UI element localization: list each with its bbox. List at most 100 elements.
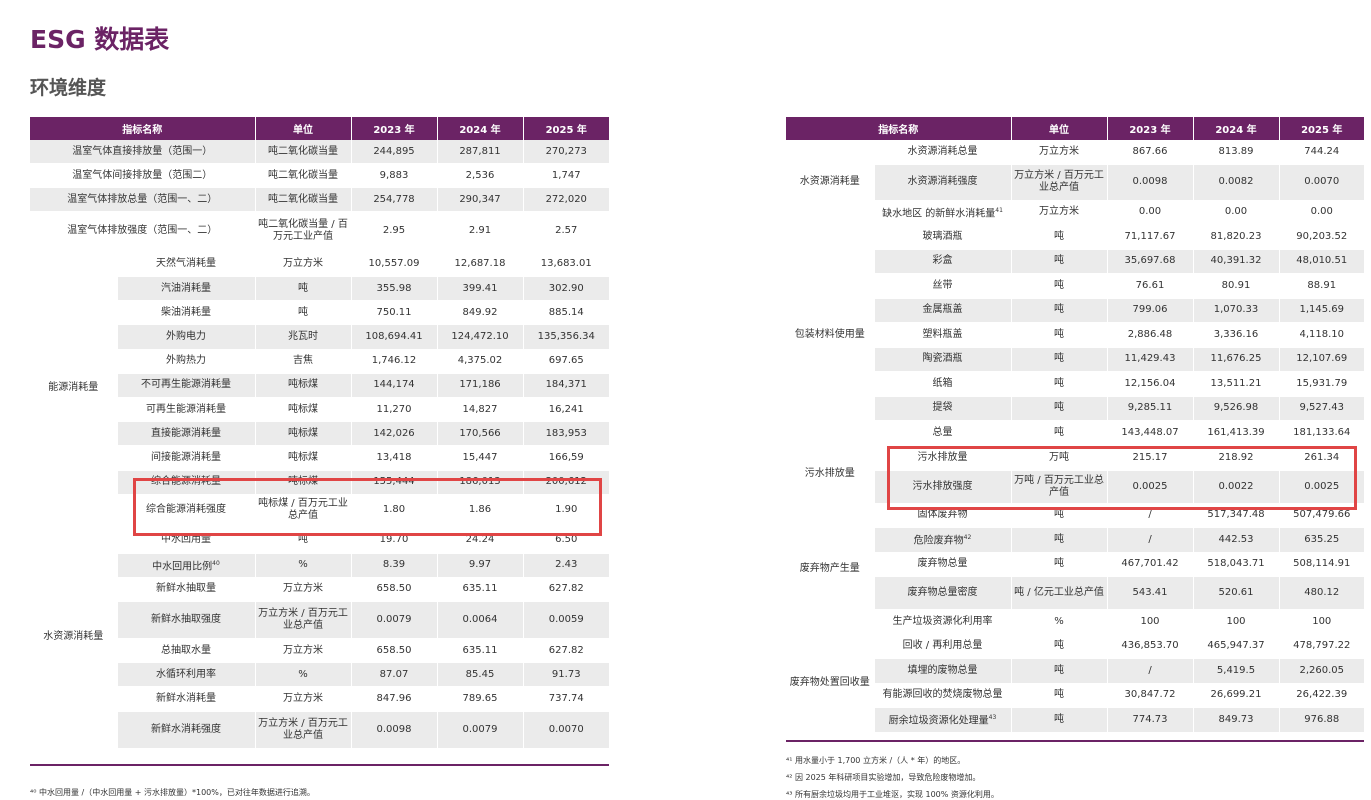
value-2025: 635.25 [1279,527,1364,553]
value-2025: 508,114.91 [1279,552,1364,577]
indicator-name: 间接能源消耗量 [117,445,256,471]
value-2024: 15,447 [437,445,524,471]
table-row: 新鲜水消耗量 万立方米 847.96 789.65 737.74 [30,686,609,712]
table-row: 新鲜水抽取强度 万立方米 / 百万元工业总产值 0.0079 0.0064 0.0059 [30,601,609,640]
indicator-name: 缺水地区 的新鲜水消耗量41 [874,200,1012,225]
indicator-label: 缺水地区 的新鲜水消耗量 [882,207,996,219]
unit-cell: 吨 [1011,298,1108,323]
value-2025: 100 [1279,609,1364,635]
footnote-ref: 41 [995,206,1003,214]
value-2025: 88.91 [1279,273,1364,299]
table-row: 外购热力 吉焦 1,746.12 4,375.02 697.65 [30,349,609,374]
value-2023: 0.0025 [1107,470,1194,504]
value-2024: 4,375.02 [437,349,524,374]
value-2025: 183,953 [523,421,609,447]
value-2025: 15,931.79 [1279,371,1364,397]
value-2025: 1,747 [523,163,609,188]
value-2023: 108,694.41 [351,324,438,350]
value-2025: 135,356.34 [523,324,609,350]
value-2024: 2,536 [437,163,524,188]
unit-cell: 吨 [1011,707,1108,733]
unit-cell: 万立方米 [255,577,352,603]
unit-cell: 吨 [255,300,352,326]
value-2025: 2.57 [523,211,609,251]
indicator-name: 温室气体间接排放量（范围二） [30,163,256,188]
value-2025: 90,203.52 [1279,224,1364,250]
value-2023: 143,448.07 [1107,420,1194,446]
unit-cell: 万立方米 / 百万元工业总产值 [255,601,352,640]
footnote-ref: 43 [988,714,997,722]
value-2023: 2.95 [351,211,438,251]
unit-cell: 吨二氧化碳当量 [255,163,352,188]
table-row: 水资源消耗量 水资源消耗总量 万立方米 867.66 813.89 744.24 [786,140,1364,225]
value-2025: 2,260.05 [1279,658,1364,684]
indicator-name: 厨余垃圾资源化处理量43 [874,707,1012,733]
value-2023: 215.17 [1107,445,1194,471]
unit-cell: 万吨 [1011,445,1108,471]
value-2025: 480.12 [1279,576,1364,610]
table-row: 废弃物产生量 固体废弃物吨/517,347.48 507,479.66 [786,503,1364,635]
indicator-label: 新鲜水抽取量 [156,583,216,595]
value-2023: 142,026 [351,421,438,447]
value-2023: 30,847.72 [1107,683,1194,708]
indicator-label: 可再生能源消耗量 [146,403,226,415]
footnote-ref: 40 [212,559,220,567]
table-row: 柴油消耗量 吨 750.11 849.92 885.14 [30,300,609,326]
value-2024: 635.11 [437,577,524,603]
value-2024: 13,511.21 [1193,371,1280,397]
value-2025: 0.00 [1279,200,1364,225]
unit-cell: 吨 [1011,552,1108,577]
unit-cell: 吨标煤 / 百万元工业总产值 [255,494,352,527]
indicator-name: 温室气体直接排放量（范围一） [30,140,256,164]
indicator-label: 水资源消耗总量 [907,145,978,157]
group-label: 能源消耗量 [30,250,118,527]
value-2023: 867.66 [1107,140,1194,165]
indicator-name: 废弃物总量密度 [874,576,1012,610]
value-2025: 4,118.10 [1279,322,1364,348]
value-2024: 789.65 [437,686,524,712]
unit-cell: 万立方米 [1011,200,1108,225]
indicator-name: 综合能源消耗强度 [117,494,256,527]
value-2023: 658.50 [351,577,438,603]
indicator-name: 水资源消耗强度 [874,164,1012,201]
indicator-label: 生产垃圾资源化利用率 [892,615,993,627]
value-2024: 12,687.18 [437,250,524,277]
indicator-name: 总抽取水量 [117,638,256,664]
value-2023: 254,778 [351,187,438,212]
indicator-label: 回收 / 再利用总量 [902,640,983,652]
indicator-name: 柴油消耗量 [117,300,256,326]
header-indicator: 指标名称 [30,117,256,140]
indicator-label: 温室气体间接排放量（范围二） [72,169,213,181]
unit-cell: 吉焦 [255,349,352,374]
indicator-label: 新鲜水消耗强度 [151,723,221,735]
value-2025: 166,59 [523,445,609,471]
table-row: 新鲜水消耗强度 万立方米 / 百万元工业总产值 0.0098 0.0079 0.0070 [30,711,609,749]
table-row: 水循环利用率% 87.07 85.45 91.73 [30,662,609,688]
value-2025: 0.0059 [523,601,609,640]
value-2024: 399.41 [437,276,524,302]
value-2024: 14,827 [437,397,524,423]
table-row: 不可再生能源消耗量 吨标煤 144,174 171,186 184,371 [30,373,609,398]
value-2025: 91.73 [523,662,609,688]
value-2024: 290,347 [437,187,524,212]
value-2023: 13,418 [351,445,438,471]
unit-cell: 万立方米 [1011,140,1108,165]
unit-cell: 万立方米 / 百万元工业总产值 [255,711,352,749]
value-2025: 9,527.43 [1279,396,1364,421]
value-2025: 507,479.66 [1279,503,1364,528]
indicator-name: 回收 / 再利用总量 [874,634,1012,659]
group-label: 污水排放量 [786,445,875,504]
table-row: 包装材料使用量 玻璃酒瓶吨 71,117.67 81,820.23 90,203.52 [786,224,1364,446]
indicator-name: 固体废弃物 [874,503,1012,528]
unit-cell: 吨 [1011,249,1108,274]
header-2025: 2025 年 [1279,117,1364,140]
table-row: 温室气体间接排放量（范围二） 吨二氧化碳当量 9,883 2,536 1,747 [30,163,609,188]
indicator-label: 纸箱 [932,377,953,389]
table-bottom-rule [30,764,609,766]
table-row: 废弃物处置回收量 回收 / 再利用总量吨 436,853.70 465,947.37 4… [786,634,1364,733]
value-2024: 0.0079 [437,711,524,749]
unit-cell: 吨 [255,526,352,554]
value-2025: 16,241 [523,397,609,423]
value-2024: 5,419.5 [1193,658,1280,684]
value-2024: 1,070.33 [1193,298,1280,323]
